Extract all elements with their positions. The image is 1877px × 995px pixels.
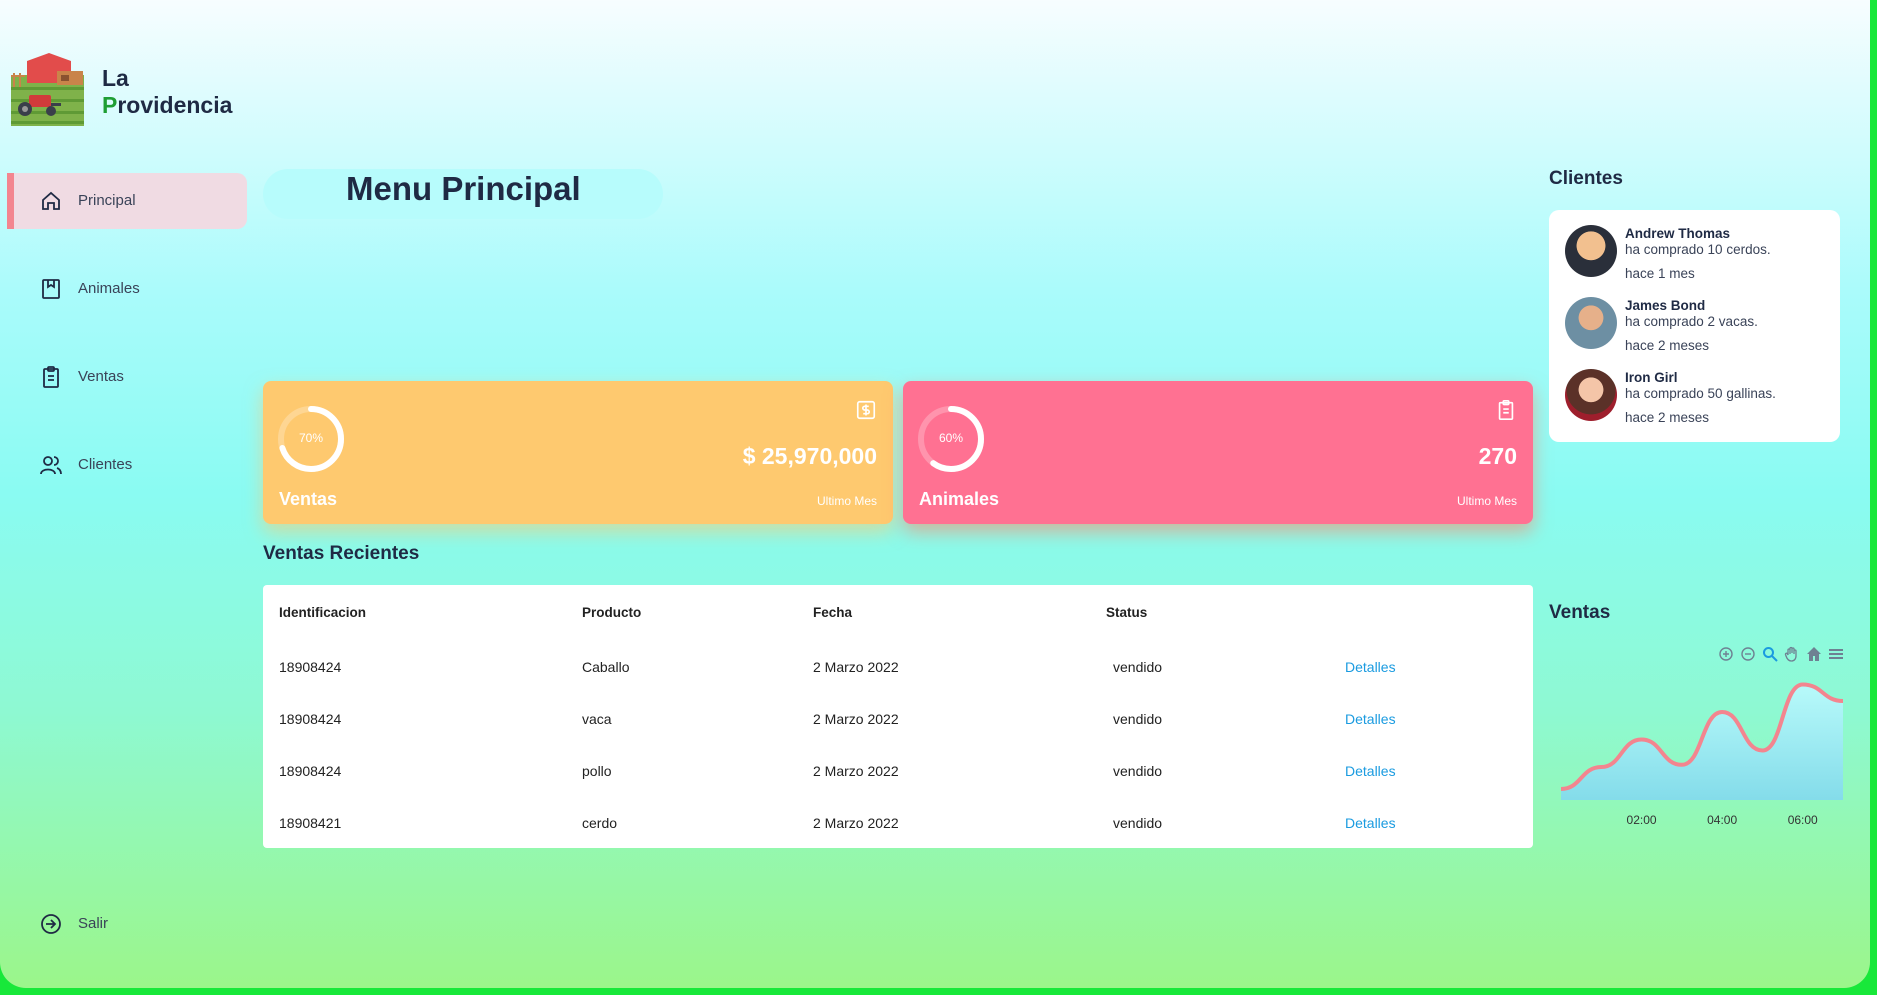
cell-date: 2 Marzo 2022 [813, 763, 899, 779]
cell-id: 18908424 [279, 659, 342, 675]
cell-id: 18908421 [279, 815, 342, 831]
logout-label: Salir [78, 915, 109, 932]
clipboard-icon [43, 366, 59, 388]
cell-status: vendido [1113, 659, 1163, 675]
client-time: hace 2 meses [1625, 410, 1710, 425]
x-tick-label: 04:00 [1707, 813, 1737, 827]
zoom-out-icon[interactable] [1740, 646, 1756, 662]
cell-id: 18908424 [279, 711, 342, 727]
farm-logo [11, 53, 84, 126]
cell-date: 2 Marzo 2022 [813, 659, 899, 675]
menu-icon[interactable] [1828, 646, 1844, 662]
progress-percent: 60% [938, 431, 964, 445]
cell-id: 18908424 [279, 763, 342, 779]
col-header: Fecha [813, 605, 853, 620]
client-name: Andrew Thomas [1625, 226, 1731, 241]
card-subtitle: Ultimo Mes [816, 494, 877, 508]
sidebar-item-animales[interactable]: Animales [7, 261, 247, 317]
cell-date: 2 Marzo 2022 [813, 815, 899, 831]
logout-button[interactable]: Salir [7, 896, 247, 952]
col-header: Producto [582, 605, 642, 620]
cell-product: Caballo [582, 659, 630, 675]
avatar[interactable] [1565, 297, 1617, 349]
x-tick-label: 06:00 [1788, 813, 1818, 827]
col-header: Identificacion [279, 605, 367, 620]
reset-home-icon[interactable] [1806, 646, 1822, 662]
home-icon [42, 191, 60, 210]
client-name: James Bond [1625, 298, 1706, 313]
client-message: ha comprado 50 gallinas. [1625, 386, 1776, 401]
page-title: Menu Principal [346, 170, 581, 207]
sidebar-item-label: Animales [78, 280, 140, 297]
card-amount: 270 [1478, 443, 1517, 469]
cell-product: cerdo [582, 815, 618, 831]
col-header: Status [1106, 605, 1148, 620]
progress-percent: 70% [298, 431, 324, 445]
client-name: Iron Girl [1625, 370, 1678, 385]
brand-line1: La [102, 65, 129, 91]
brand-line2: rovidencia [117, 92, 233, 118]
details-link[interactable]: Detalles [1345, 763, 1396, 779]
client-time: hace 1 mes [1625, 266, 1695, 281]
users-icon [40, 456, 62, 475]
clients-title: Clientes [1549, 168, 1623, 189]
zoom-in-icon[interactable] [1718, 646, 1734, 662]
clipboard-icon [1498, 400, 1514, 420]
sidebar-item-ventas[interactable]: Ventas [7, 349, 247, 405]
sidebar-item-label: Principal [78, 192, 136, 209]
client-message: ha comprado 2 vacas. [1625, 314, 1758, 329]
cell-status: vendido [1113, 763, 1163, 779]
brand-name: La Providencia [102, 65, 232, 119]
avatar[interactable] [1565, 225, 1617, 277]
client-message: ha comprado 10 cerdos. [1625, 242, 1771, 257]
avatar[interactable] [1565, 369, 1617, 421]
details-link[interactable]: Detalles [1345, 815, 1396, 831]
card-name: Animales [919, 489, 1000, 509]
cell-date: 2 Marzo 2022 [813, 711, 899, 727]
sidebar-item-principal[interactable]: Principal [7, 173, 247, 229]
cell-product: vaca [582, 711, 612, 727]
animales-card: 60% 270 Animales Ultimo Mes [903, 381, 1533, 524]
bookmark-box-icon [42, 279, 60, 299]
dollar-icon [856, 400, 876, 420]
card-amount: $ 25,970,000 [742, 443, 877, 469]
selection-zoom-icon[interactable] [1762, 646, 1778, 662]
sign-in-icon [41, 914, 61, 934]
sidebar-item-label: Clientes [78, 456, 133, 473]
client-time: hace 2 meses [1625, 338, 1710, 353]
x-tick-label: 02:00 [1627, 813, 1657, 827]
app-window: La Providencia Principal Animales Ventas… [0, 0, 1870, 988]
cell-status: vendido [1113, 815, 1163, 831]
details-link[interactable]: Detalles [1345, 659, 1396, 675]
pan-hand-icon[interactable] [1784, 646, 1800, 662]
sidebar-item-clientes[interactable]: Clientes [7, 437, 247, 493]
ventas-card: 70% $ 25,970,000 Ventas Ultimo Mes [263, 381, 893, 524]
details-link[interactable]: Detalles [1345, 711, 1396, 727]
cell-product: pollo [582, 763, 612, 779]
chart-toolbar [1718, 646, 1844, 662]
sales-chart-title: Ventas [1549, 602, 1611, 623]
card-name: Ventas [279, 489, 338, 509]
recent-sales-title: Ventas Recientes [263, 543, 420, 564]
card-subtitle: Ultimo Mes [1456, 494, 1517, 508]
clients-panel: Andrew Thomas ha comprado 10 cerdos. hac… [1549, 210, 1840, 442]
brand-initial: P [102, 92, 118, 118]
recent-sales-table: Identificacion Producto Fecha Status 189… [263, 585, 1533, 848]
cell-status: vendido [1113, 711, 1163, 727]
sidebar-item-label: Ventas [78, 368, 124, 385]
sales-area-chart: 02:00 04:00 06:00 [1560, 682, 1844, 827]
